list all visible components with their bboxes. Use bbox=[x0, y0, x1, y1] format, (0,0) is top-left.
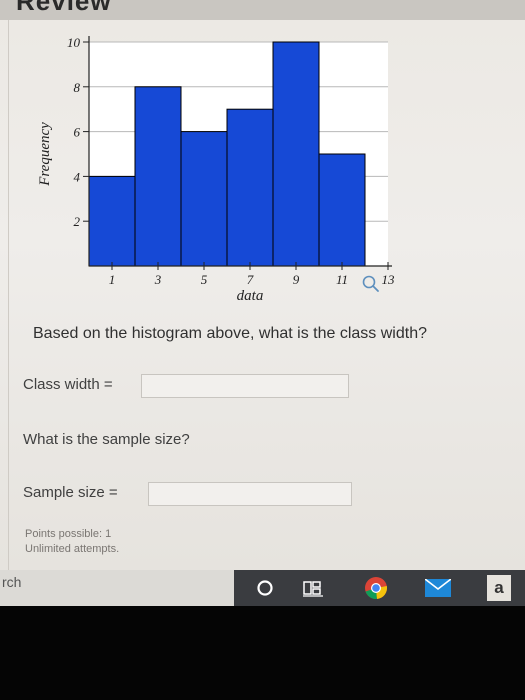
y-tick-label: 4 bbox=[74, 169, 81, 184]
x-tick-label: 13 bbox=[382, 272, 396, 287]
histogram-bar bbox=[226, 108, 274, 267]
histogram-bar bbox=[272, 41, 320, 267]
taskbar-search-text: rch bbox=[2, 574, 22, 590]
histogram-chart: 2 4 6 8 10 1 3 5 7 9 11 13 data Frequency bbox=[23, 28, 413, 318]
sample-size-label: Sample size = bbox=[23, 484, 118, 501]
page-title-cut: Review bbox=[16, 0, 112, 16]
class-width-label: Class width = bbox=[23, 376, 113, 393]
histogram-svg: 2468101 3 5 7 9 11 13dataFrequency bbox=[37, 35, 396, 304]
x-axis-label: data bbox=[237, 288, 264, 304]
x-tick-label: 5 bbox=[201, 272, 208, 287]
store-icon[interactable]: a bbox=[482, 570, 516, 606]
y-tick-label: 10 bbox=[67, 35, 81, 50]
x-tick-label: 1 bbox=[109, 272, 116, 287]
sample-size-input[interactable] bbox=[148, 482, 352, 506]
y-tick-label: 8 bbox=[74, 80, 81, 95]
class-width-input[interactable] bbox=[141, 374, 349, 398]
histogram-bar bbox=[318, 153, 366, 267]
question-panel: 2 4 6 8 10 1 3 5 7 9 11 13 data Frequency Based on th… bbox=[8, 20, 525, 570]
x-tick-label: 11 bbox=[336, 272, 348, 287]
points-possible: Points possible: 1 bbox=[25, 528, 112, 540]
histogram-bar bbox=[134, 86, 182, 267]
x-tick-label: 9 bbox=[293, 272, 300, 287]
task-view-icon[interactable] bbox=[298, 570, 328, 606]
unlimited-attempts: Unlimited attempts. bbox=[25, 543, 120, 555]
question-page: 2 4 6 8 10 1 3 5 7 9 11 13 data Frequency Based on th… bbox=[0, 20, 525, 570]
histogram-bar bbox=[180, 131, 228, 267]
magnifier-icon[interactable] bbox=[361, 274, 381, 294]
taskbar-search-box[interactable]: rch bbox=[0, 570, 234, 606]
y-axis-label: Frequency bbox=[37, 122, 53, 187]
x-tick-label: 7 bbox=[247, 272, 254, 287]
question-class-width: Based on the histogram above, what is th… bbox=[33, 325, 427, 342]
histogram-bar bbox=[88, 175, 136, 267]
monitor-bezel bbox=[0, 606, 525, 700]
question-sample-size: What is the sample size? bbox=[23, 431, 190, 448]
x-tick-label: 3 bbox=[154, 272, 162, 287]
y-tick-label: 2 bbox=[74, 214, 81, 229]
y-tick-label: 6 bbox=[74, 125, 81, 140]
mail-icon[interactable] bbox=[420, 570, 456, 606]
page-header-cut: Review bbox=[0, 0, 525, 20]
chrome-icon[interactable] bbox=[358, 570, 394, 606]
store-letter: a bbox=[487, 575, 511, 601]
cortana-icon[interactable] bbox=[250, 570, 280, 606]
